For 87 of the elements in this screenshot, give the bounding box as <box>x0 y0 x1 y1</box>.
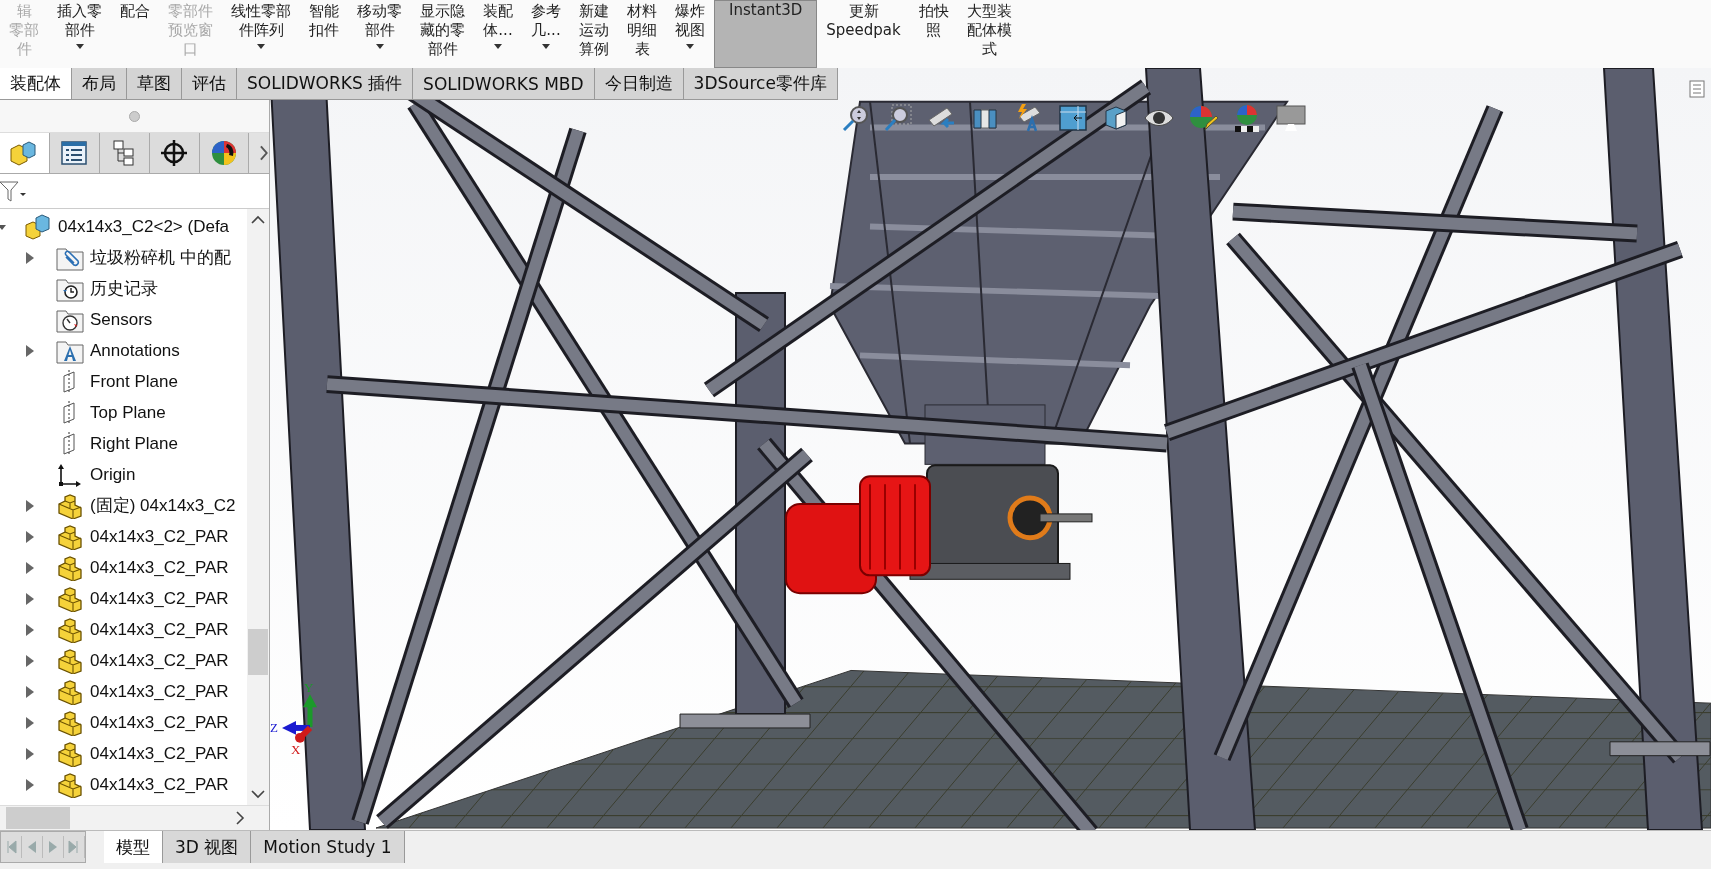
crosshair-icon <box>160 139 189 167</box>
scroll-down-icon[interactable] <box>251 789 265 799</box>
tree-item[interactable]: 04x14x3_C2<2> (Defa <box>58 216 230 237</box>
tree-item[interactable]: 04x14x3_C2_PAR <box>90 588 229 609</box>
filter-icon[interactable] <box>0 179 26 203</box>
expand-arrow-icon[interactable] <box>26 778 34 791</box>
ribbon-button[interactable]: 材料 明细 表 <box>618 0 666 68</box>
tree-item[interactable]: 历史记录 <box>90 277 158 300</box>
bottom-tab[interactable]: 模型 <box>104 831 163 863</box>
property-list-icon <box>60 140 89 166</box>
tree-item[interactable]: 垃圾粉碎机 中的配 <box>90 246 231 269</box>
assembly-icon <box>24 212 52 241</box>
vertical-scrollbar[interactable] <box>247 209 269 805</box>
part-icon <box>56 523 84 550</box>
part-icon <box>56 709 84 736</box>
part-icon <box>56 771 84 798</box>
expand-arrow-icon[interactable] <box>26 623 34 636</box>
tree-item[interactable]: 04x14x3_C2_PAR <box>90 619 229 640</box>
tree-item[interactable]: Annotations <box>90 340 180 361</box>
horizontal-scrollbar[interactable] <box>0 805 269 830</box>
appearance-sphere-icon <box>210 139 238 167</box>
expand-arrow-icon[interactable] <box>26 747 34 760</box>
tree-item[interactable]: 04x14x3_C2_PAR <box>90 681 229 702</box>
expand-arrow-icon[interactable] <box>26 716 34 729</box>
tree-item[interactable]: 04x14x3_C2_PAR <box>90 743 229 764</box>
part-icon <box>56 554 84 581</box>
bottom-tab[interactable]: Motion Study 1 <box>251 831 405 863</box>
ribbon-button[interactable]: 更新 Speedpak <box>817 0 910 68</box>
tree-item[interactable]: 04x14x3_C2_PAR <box>90 557 229 578</box>
ribbon-button[interactable]: 移动零 部件 <box>348 0 411 68</box>
tree-item[interactable]: Sensors <box>90 309 153 330</box>
ribbon-button[interactable]: Instant3D <box>714 0 818 68</box>
expand-arrow-icon[interactable] <box>26 592 34 605</box>
tree-item[interactable]: 04x14x3_C2_PAR <box>90 774 229 795</box>
ribbon-button[interactable]: 爆炸 视图 <box>666 0 714 68</box>
tree-item[interactable]: Front Plane <box>90 371 178 392</box>
scrollbar-thumb[interactable] <box>248 629 268 675</box>
panel-tab[interactable] <box>199 133 250 173</box>
tree-item[interactable]: Right Plane <box>90 433 178 454</box>
axis-triad-icon <box>282 694 317 743</box>
part-icon <box>56 616 84 643</box>
scrollbar-thumb[interactable] <box>6 807 70 829</box>
ribbon-tab[interactable]: 装配体 <box>0 68 72 99</box>
ribbon-button[interactable]: 拍快 照 <box>909 0 958 68</box>
panel-tab[interactable] <box>149 133 200 173</box>
expand-arrow-icon[interactable] <box>26 530 34 543</box>
expand-arrow-icon[interactable] <box>26 344 34 357</box>
part-icon <box>56 740 84 767</box>
scroll-right-icon[interactable] <box>235 811 245 825</box>
tree-item[interactable]: (固定) 04x14x3_C2 <box>90 494 236 517</box>
ribbon-button[interactable]: 装配 体... <box>474 0 522 68</box>
part-icon <box>56 492 84 519</box>
expand-arrow-icon[interactable] <box>26 251 34 264</box>
ribbon-button[interactable]: 智能 扣件 <box>300 0 348 68</box>
y-axis-label: Y <box>304 680 314 696</box>
scroll-up-icon[interactable] <box>251 215 265 225</box>
ribbon-button[interactable]: 大型装 配体模 式 <box>957 0 1021 68</box>
zoom-area-icon[interactable] <box>884 104 912 132</box>
tree-item[interactable]: Top Plane <box>90 402 166 423</box>
sphere-pencil-icon[interactable] <box>1188 104 1218 132</box>
tree-item[interactable]: 04x14x3_C2_PAR <box>90 712 229 733</box>
ribbon-button[interactable]: 新建 运动 算例 <box>570 0 618 68</box>
ribbon-button[interactable]: 配合 <box>111 0 159 68</box>
x-axis-label: X <box>291 741 301 757</box>
tree-item[interactable]: 04x14x3_C2_PAR <box>90 526 229 547</box>
part-icon <box>56 678 84 705</box>
chevron-right-icon[interactable] <box>259 144 270 162</box>
sphere-checker-icon[interactable] <box>1232 104 1262 132</box>
ribbon-button[interactable]: 显示隐 藏的零 部件 <box>411 0 474 68</box>
expand-arrow-icon[interactable] <box>26 685 34 698</box>
tree-item[interactable]: 04x14x3_C2_PAR <box>90 650 229 671</box>
panel-tab[interactable] <box>49 133 100 173</box>
ribbon-button[interactable]: 插入零 部件 <box>48 0 111 68</box>
z-axis-label: Z <box>270 719 278 735</box>
part-icon <box>56 647 84 674</box>
ribbon-button[interactable]: 参考 几... <box>522 0 570 68</box>
expand-arrow-icon[interactable] <box>26 499 34 512</box>
bottom-tab[interactable]: 3D 视图 <box>163 831 252 863</box>
splitter-handle[interactable] <box>129 110 140 122</box>
part-icon <box>56 585 84 612</box>
expand-arrow-icon[interactable] <box>26 561 34 574</box>
monitor-icon[interactable] <box>1276 104 1306 132</box>
tree-item[interactable]: Origin <box>90 464 136 485</box>
zoom-to-fit-icon[interactable] <box>842 104 870 132</box>
expand-arrow-icon[interactable] <box>26 654 34 667</box>
view-orientation-icon[interactable] <box>1058 104 1088 132</box>
ribbon-button[interactable]: 线性零部 件阵列 <box>222 0 300 68</box>
